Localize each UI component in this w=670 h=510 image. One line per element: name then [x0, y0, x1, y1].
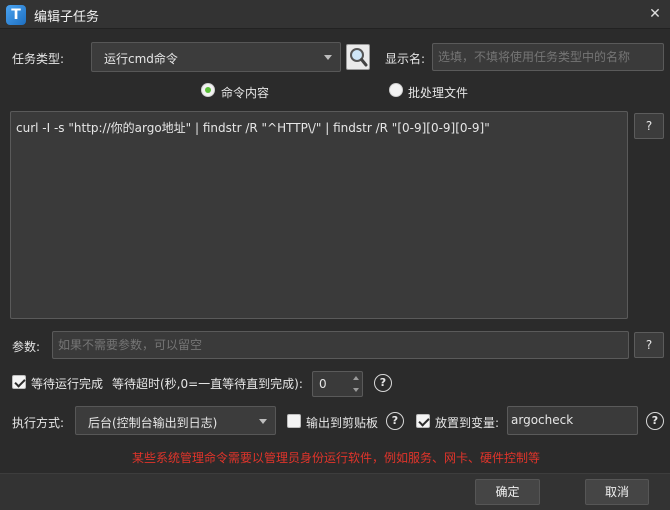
- radio-command-content-label: 命令内容: [221, 86, 270, 100]
- variable-value: argocheck: [511, 413, 574, 427]
- display-name-input[interactable]: [432, 43, 664, 71]
- timeout-stepper[interactable]: 0: [312, 371, 363, 397]
- task-type-label: 任务类型:: [12, 52, 65, 66]
- search-button[interactable]: [346, 44, 370, 70]
- ok-button[interactable]: 确定: [475, 479, 540, 505]
- chevron-down-icon: [324, 55, 332, 60]
- exec-mode-label: 执行方式:: [12, 416, 65, 430]
- exec-mode-value: 后台(控制台输出到日志): [88, 416, 218, 430]
- wait-complete-checkbox[interactable]: [12, 375, 26, 389]
- chevron-down-icon: [259, 419, 267, 424]
- radio-command-content[interactable]: [201, 83, 215, 97]
- timeout-label: 等待超时(秒,0=一直等待直到完成):: [112, 377, 303, 391]
- display-name-label: 显示名:: [385, 52, 426, 66]
- variable-help-icon[interactable]: ?: [646, 412, 664, 430]
- command-text: curl -I -s "http://你的argo地址" | findstr /…: [16, 121, 490, 135]
- command-textarea[interactable]: curl -I -s "http://你的argo地址" | findstr /…: [10, 111, 628, 319]
- title-bar: [0, 0, 670, 29]
- stepper-down-icon[interactable]: [353, 388, 359, 392]
- variable-label: 放置到变量:: [435, 416, 500, 430]
- clipboard-help-icon[interactable]: ?: [386, 412, 404, 430]
- variable-input[interactable]: argocheck: [507, 406, 638, 435]
- clipboard-checkbox[interactable]: [287, 414, 301, 428]
- cancel-button[interactable]: 取消: [585, 479, 649, 505]
- footer-bar: [0, 473, 670, 510]
- timeout-value: 0: [319, 377, 327, 391]
- search-icon: [350, 48, 368, 67]
- clipboard-label: 输出到剪贴板: [306, 416, 379, 430]
- command-help-button[interactable]: ?: [634, 113, 664, 139]
- admin-warning-text: 某些系统管理命令需要以管理员身份运行软件，例如服务、网卡、硬件控制等: [132, 451, 541, 465]
- task-type-value: 运行cmd命令: [104, 52, 178, 66]
- params-label: 参数:: [12, 340, 41, 354]
- close-button[interactable]: ✕: [645, 4, 665, 24]
- timeout-help-icon[interactable]: ?: [374, 374, 392, 392]
- app-logo-icon: T: [6, 5, 26, 25]
- task-type-select[interactable]: 运行cmd命令: [91, 42, 341, 72]
- params-help-button[interactable]: ?: [634, 332, 664, 358]
- params-input[interactable]: [52, 331, 629, 359]
- window-title: 编辑子任务: [34, 10, 100, 25]
- radio-batch-file-label: 批处理文件: [408, 86, 469, 100]
- stepper-up-icon[interactable]: [353, 376, 359, 380]
- exec-mode-select[interactable]: 后台(控制台输出到日志): [75, 406, 276, 435]
- radio-batch-file[interactable]: [389, 83, 403, 97]
- wait-complete-label: 等待运行完成: [31, 377, 104, 391]
- variable-checkbox[interactable]: [416, 414, 430, 428]
